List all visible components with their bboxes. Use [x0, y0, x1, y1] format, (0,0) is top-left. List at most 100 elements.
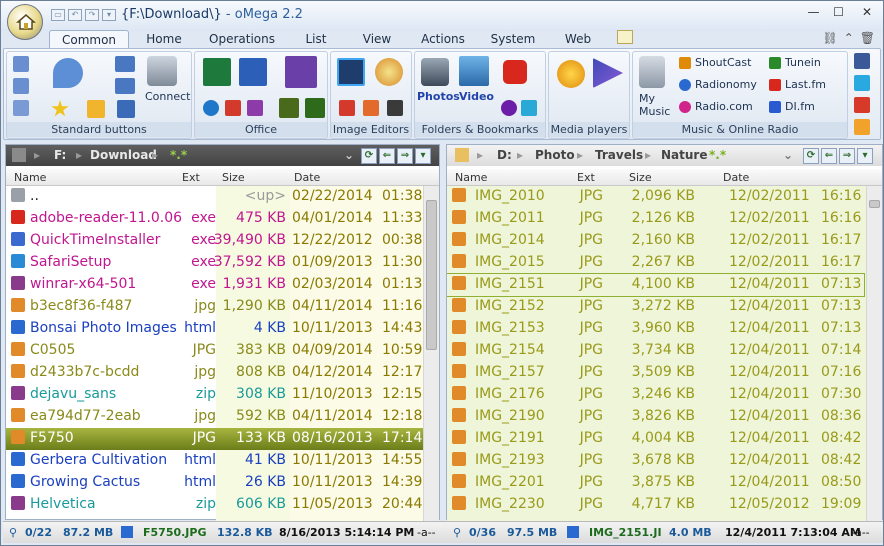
- file-row[interactable]: Helvetica zip 606 KB 11/05/2013 20:44: [6, 494, 439, 516]
- photos-label[interactable]: Photos: [417, 90, 460, 103]
- left-path-bar[interactable]: ▸ F: ▸ Download ▸ *.* ⌄ ⟳ ⇐ ⇒ ▾: [6, 145, 439, 166]
- size-icon[interactable]: [13, 100, 29, 116]
- tab-system[interactable]: System: [489, 30, 537, 49]
- file-row[interactable]: Gerbera Cultivation html 41 KB 10/11/2013 14…: [6, 450, 439, 472]
- lastfm-icon[interactable]: [769, 79, 781, 91]
- header-date[interactable]: Date: [294, 171, 320, 184]
- app-menu-button[interactable]: [7, 4, 43, 40]
- paint-icon[interactable]: [375, 58, 403, 86]
- radionomy-icon[interactable]: [679, 79, 691, 91]
- file-row[interactable]: IMG_2201 JPG 3,875 KB 12/04/2011 08:50: [447, 472, 864, 494]
- shoutcast-item[interactable]: ShoutCast: [695, 56, 751, 69]
- right-path-bar[interactable]: ▸ D: ▸ Photo ▸ Travels ▸ Nature *.* ⌄ ⟳ …: [447, 145, 882, 166]
- list-icon[interactable]: [13, 78, 29, 94]
- forward-icon[interactable]: ⇒: [839, 147, 855, 164]
- onenote-icon[interactable]: [247, 100, 263, 116]
- amazon-icon[interactable]: [854, 119, 870, 135]
- file-row[interactable]: IMG_2191 JPG 4,004 KB 12/04/2011 08:42: [447, 428, 864, 450]
- close-icon[interactable]: ✕: [851, 1, 883, 23]
- media-player-icon[interactable]: [593, 58, 623, 88]
- path-crumb-nature[interactable]: Nature: [661, 148, 707, 162]
- path-drive[interactable]: D:: [497, 148, 512, 162]
- radio-com-item[interactable]: Radio.com: [695, 100, 753, 113]
- tab-actions[interactable]: Actions: [417, 30, 469, 49]
- skype-icon[interactable]: [203, 100, 219, 116]
- search-icon[interactable]: ⚲: [453, 526, 461, 539]
- refresh-icon[interactable]: ⟳: [361, 147, 377, 164]
- tab-web[interactable]: Web: [559, 30, 597, 49]
- maximize-icon[interactable]: ☐: [826, 1, 851, 23]
- paint-bucket-icon[interactable]: [363, 100, 379, 116]
- path-dropdown-icon[interactable]: ⌄: [783, 148, 793, 162]
- lastfm-item[interactable]: Last.fm: [785, 78, 826, 91]
- file-row[interactable]: IMG_2230 JPG 4,717 KB 12/05/2012 19:09: [447, 494, 864, 516]
- difm-icon[interactable]: [769, 101, 781, 113]
- dreamweaver-icon[interactable]: [279, 98, 299, 118]
- header-ext[interactable]: Ext: [182, 171, 200, 184]
- save-icon[interactable]: [117, 100, 135, 118]
- refresh-icon[interactable]: ⟳: [803, 147, 819, 164]
- expand-icon[interactable]: ⌃: [844, 31, 854, 45]
- tab-view[interactable]: View: [357, 30, 397, 49]
- pin-icon[interactable]: [53, 58, 83, 88]
- tunein-icon[interactable]: [769, 57, 781, 69]
- file-row[interactable]: adobe-reader-11.0.06 exe 475 KB 04/01/2014 1…: [6, 208, 439, 230]
- back-icon[interactable]: ⇐: [379, 147, 395, 164]
- file-row[interactable]: IMG_2190 JPG 3,826 KB 12/04/2011 08:36: [447, 406, 864, 428]
- file-row[interactable]: ea794d77-2eab jpg 592 KB 04/11/2014 12:18: [6, 406, 439, 428]
- file-row[interactable]: IMG_2011 JPG 2,126 KB 12/02/2011 16:16: [447, 208, 864, 230]
- path-filter[interactable]: *.*: [709, 148, 726, 162]
- header-ext[interactable]: Ext: [577, 171, 595, 184]
- redo-icon[interactable]: ↷: [85, 9, 99, 21]
- search-icon[interactable]: ⚲: [9, 526, 17, 539]
- network-disconnect-icon[interactable]: [115, 78, 135, 94]
- file-row[interactable]: IMG_2153 JPG 3,960 KB 12/04/2011 07:13: [447, 318, 864, 340]
- header-name[interactable]: Name: [455, 171, 487, 184]
- scroll-thumb[interactable]: [869, 200, 880, 208]
- radio-com-icon[interactable]: [679, 101, 691, 113]
- difm-item[interactable]: DI.fm: [785, 100, 815, 113]
- visual-studio-icon[interactable]: [285, 56, 317, 88]
- left-scrollbar[interactable]: [423, 186, 439, 521]
- my-music-label[interactable]: My Music: [639, 92, 673, 118]
- file-row[interactable]: b3ec8f36-f487 jpg 1,290 KB 04/11/2014 11:16: [6, 296, 439, 318]
- file-row[interactable]: QuickTimeInstaller exe 39,490 KB 12/22/2012…: [6, 230, 439, 252]
- tab-operations[interactable]: Operations: [205, 30, 279, 49]
- folder-icon[interactable]: [87, 100, 105, 118]
- photos-icon[interactable]: [421, 58, 449, 86]
- file-row[interactable]: IMG_2193 JPG 3,678 KB 12/04/2011 08:42: [447, 450, 864, 472]
- file-row[interactable]: IMG_2176 JPG 3,246 KB 12/04/2011 07:30: [447, 384, 864, 406]
- radionomy-item[interactable]: Radionomy: [695, 78, 757, 91]
- customize-icon[interactable]: ▾: [102, 9, 116, 21]
- shoutcast-icon[interactable]: [679, 57, 691, 69]
- tab-home[interactable]: Home: [137, 30, 191, 49]
- path-dropdown-icon[interactable]: ⌄: [344, 148, 354, 162]
- path-filter[interactable]: *.*: [170, 148, 187, 162]
- minimize-icon[interactable]: —: [801, 1, 826, 23]
- right-scrollbar[interactable]: [866, 186, 882, 521]
- video-icon[interactable]: [459, 56, 489, 86]
- file-row[interactable]: IMG_2152 JPG 3,272 KB 12/04/2011 07:13: [447, 296, 864, 318]
- path-crumb-photo[interactable]: Photo: [535, 148, 575, 162]
- file-row[interactable]: IMG_2015 JPG 2,267 KB 12/02/2011 16:17: [447, 252, 864, 274]
- file-row[interactable]: IMG_2014 JPG 2,160 KB 12/02/2011 16:17: [447, 230, 864, 252]
- yahoo-icon[interactable]: [501, 100, 517, 116]
- file-row[interactable]: winrar-x64-501 exe 1,931 KB 02/03/2014 01:13: [6, 274, 439, 296]
- file-row[interactable]: IMG_2154 JPG 3,734 KB 12/04/2011 07:14: [447, 340, 864, 362]
- connect-icon[interactable]: [147, 56, 177, 86]
- vlc-icon[interactable]: [557, 60, 585, 88]
- video-label[interactable]: Video: [459, 90, 494, 103]
- excel-icon[interactable]: [203, 58, 231, 86]
- link-icon[interactable]: ⛓: [822, 31, 837, 45]
- history-dropdown-icon[interactable]: ▾: [857, 147, 873, 164]
- file-row[interactable]: F5750 JPG 133 KB 08/16/2013 17:14: [6, 428, 439, 450]
- image-viewer-icon[interactable]: [339, 100, 355, 116]
- file-row[interactable]: C0505 JPG 383 KB 04/09/2014 10:59: [6, 340, 439, 362]
- connect-label[interactable]: Connect: [145, 90, 190, 103]
- access-icon[interactable]: [225, 100, 241, 116]
- youtube-icon[interactable]: [503, 60, 527, 84]
- tunein-item[interactable]: Tunein: [785, 56, 821, 69]
- vimeo-icon[interactable]: [521, 100, 537, 116]
- header-name[interactable]: Name: [14, 171, 46, 184]
- fireworks-icon[interactable]: [305, 98, 325, 118]
